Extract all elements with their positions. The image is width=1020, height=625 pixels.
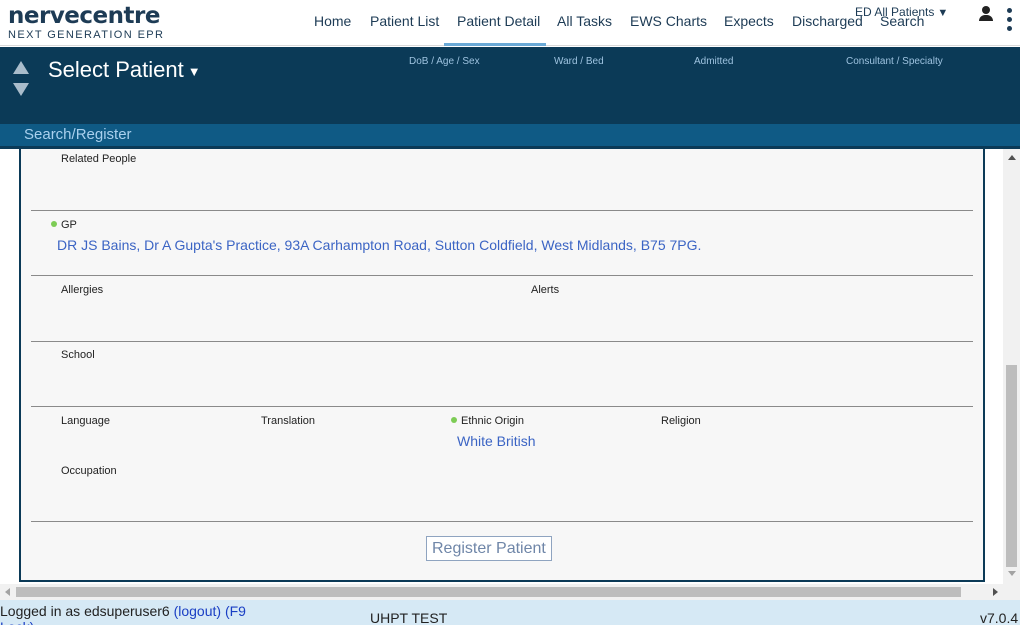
occupation-label: Occupation xyxy=(61,465,117,477)
login-status: Logged in as edsuperuser6 (logout) (F9 L… xyxy=(0,603,250,625)
caret-down-icon: ▼ xyxy=(937,7,949,19)
top-navigation-bar: nervecentre NEXT GENERATION EPR Home Pat… xyxy=(0,0,1020,46)
nav-patient-list[interactable]: Patient List xyxy=(370,0,439,46)
status-dot-icon xyxy=(51,221,57,227)
ward-selector[interactable]: ED All Patients ▼ xyxy=(855,5,948,19)
nervecentre-logo[interactable]: nervecentre NEXT GENERATION EPR xyxy=(8,4,164,41)
ethnic-origin-label-text: Ethnic Origin xyxy=(461,415,524,427)
horizontal-scrollbar[interactable] xyxy=(0,584,1020,600)
nav-discharged[interactable]: Discharged xyxy=(792,0,863,46)
vertical-scroll-thumb[interactable] xyxy=(1006,365,1017,567)
nav-expects[interactable]: Expects xyxy=(724,0,774,46)
main-content: Related People GP DR JS Bains, Dr A Gupt… xyxy=(0,149,1003,584)
gp-value[interactable]: DR JS Bains, Dr A Gupta's Practice, 93A … xyxy=(57,237,701,253)
banner-field-consultant: Consultant / Specialty xyxy=(846,56,943,67)
logo-tagline: NEXT GENERATION EPR xyxy=(8,29,165,41)
divider xyxy=(31,406,973,407)
divider xyxy=(31,275,973,276)
nav-all-tasks[interactable]: All Tasks xyxy=(557,0,612,46)
religion-label: Religion xyxy=(661,415,701,427)
divider xyxy=(31,521,973,522)
select-patient-dropdown[interactable]: Select Patient ▼ xyxy=(48,57,201,83)
nav-home[interactable]: Home xyxy=(314,0,351,46)
arrow-up-icon[interactable] xyxy=(13,61,29,74)
vertical-scrollbar[interactable] xyxy=(1003,149,1020,584)
version-label: v7.0.4 xyxy=(980,610,1019,625)
banner-field-ward: Ward / Bed xyxy=(554,56,604,67)
related-people-label: Related People xyxy=(61,153,137,165)
register-patient-button[interactable]: Register Patient xyxy=(426,536,552,561)
search-register-link[interactable]: Search/Register xyxy=(24,126,132,143)
ward-selector-label: ED All Patients xyxy=(855,5,935,19)
scroll-right-icon[interactable] xyxy=(993,588,998,596)
horizontal-scroll-thumb[interactable] xyxy=(16,587,961,597)
nav-ews-charts[interactable]: EWS Charts xyxy=(630,0,707,46)
divider xyxy=(31,210,973,211)
logout-link[interactable]: (logout) xyxy=(174,603,221,619)
banner-field-admitted: Admitted xyxy=(694,56,734,67)
logged-in-text: Logged in as edsuperuser6 xyxy=(0,603,170,619)
allergies-label: Allergies xyxy=(61,284,104,296)
gp-label: GP xyxy=(51,219,77,231)
banner-field-dob: DoB / Age / Sex xyxy=(409,56,480,67)
school-label: School xyxy=(61,349,95,361)
alerts-label: Alerts xyxy=(531,284,560,296)
patient-banner: Select Patient ▼ DoB / Age / Sex Ward / B… xyxy=(0,47,1020,124)
scroll-up-icon[interactable] xyxy=(1008,155,1016,160)
ethnic-origin-value[interactable]: White British xyxy=(457,433,536,449)
divider xyxy=(31,341,973,342)
user-icon[interactable] xyxy=(979,6,993,22)
nav-patient-detail[interactable]: Patient Detail xyxy=(443,0,547,46)
registration-form-panel: Related People GP DR JS Bains, Dr A Gupt… xyxy=(19,149,985,582)
more-vertical-icon[interactable] xyxy=(1007,8,1013,34)
arrow-down-icon[interactable] xyxy=(13,83,29,96)
select-patient-label: Select Patient xyxy=(48,57,184,82)
scroll-down-icon[interactable] xyxy=(1008,571,1016,576)
language-label: Language xyxy=(61,415,110,427)
search-register-bar: Search/Register xyxy=(0,124,1020,146)
ethnic-origin-label: Ethnic Origin xyxy=(451,415,524,427)
status-dot-icon xyxy=(451,417,457,423)
gp-label-text: GP xyxy=(61,219,77,231)
environment-name: UHPT TEST xyxy=(370,610,448,625)
status-footer: Logged in as edsuperuser6 (logout) (F9 L… xyxy=(0,600,1020,625)
translation-label: Translation xyxy=(261,415,316,427)
caret-down-icon: ▼ xyxy=(187,63,201,79)
scroll-left-icon[interactable] xyxy=(5,588,10,596)
logo-wordmark: nervecentre xyxy=(8,3,160,29)
